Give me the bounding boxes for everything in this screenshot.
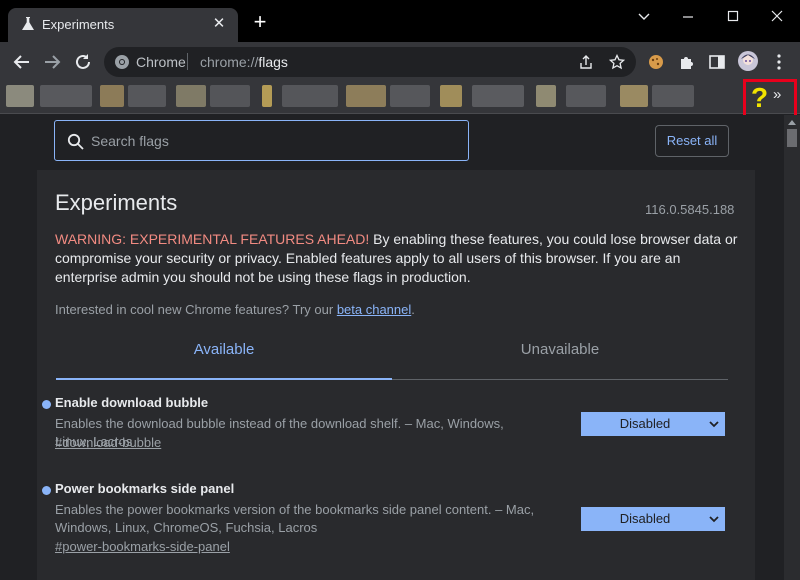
- blurred-bookmark[interactable]: [472, 85, 524, 107]
- chevron-down-icon: [638, 13, 650, 20]
- tab-experiments[interactable]: Experiments ✕: [8, 8, 238, 42]
- blurred-bookmark[interactable]: [390, 85, 430, 107]
- flag-state-select[interactable]: Disabled: [581, 507, 725, 531]
- forward-arrow-icon: [45, 55, 61, 69]
- flag-state-value: Disabled: [619, 511, 671, 526]
- chevron-down-icon: [709, 516, 719, 523]
- beta-channel-link[interactable]: beta channel: [337, 302, 411, 317]
- flag-link[interactable]: #power-bookmarks-side-panel: [55, 539, 230, 554]
- new-tab-button[interactable]: +: [250, 11, 270, 33]
- blurred-bookmark[interactable]: [620, 85, 648, 107]
- flag-state-value: Disabled: [619, 416, 671, 431]
- tab-close-icon[interactable]: ✕: [210, 15, 228, 33]
- back-arrow-icon: [13, 55, 29, 69]
- back-button[interactable]: [10, 50, 34, 74]
- tab-divider: [392, 379, 728, 380]
- page-scrollbar[interactable]: [784, 115, 800, 580]
- toolbar: Chrome chrome://flags: [0, 42, 800, 82]
- flag-indicator-dot: [42, 486, 51, 495]
- omnibox-chrome-label: Chrome: [136, 54, 186, 70]
- beta-channel-note: Interested in cool new Chrome features? …: [55, 302, 415, 317]
- url-host: flags: [258, 54, 288, 70]
- search-placeholder: Search flags: [91, 133, 169, 149]
- page-title: Experiments: [55, 190, 178, 215]
- share-icon[interactable]: [578, 54, 594, 70]
- cookie-extension-icon[interactable]: [646, 52, 666, 72]
- extensions-puzzle-icon[interactable]: [677, 52, 697, 72]
- interest-text: Interested in cool new Chrome features? …: [55, 302, 337, 317]
- chevron-down-icon: [709, 421, 719, 428]
- tab-title: Experiments: [42, 17, 115, 32]
- more-menu-icon[interactable]: [769, 52, 789, 72]
- blurred-bookmark[interactable]: [536, 85, 556, 107]
- close-window-button[interactable]: [757, 4, 797, 28]
- maximize-icon: [727, 10, 739, 22]
- flag-description: Enables the power bookmarks version of t…: [55, 502, 535, 535]
- close-icon: [771, 10, 783, 22]
- scrollbar-thumb[interactable]: [787, 129, 797, 147]
- interest-suffix: .: [411, 302, 415, 317]
- flag-indicator-dot: [42, 400, 51, 409]
- blurred-bookmark[interactable]: [210, 85, 250, 107]
- maximize-button[interactable]: [713, 4, 753, 28]
- tab-unavailable[interactable]: Unavailable: [392, 341, 728, 358]
- reset-all-button[interactable]: Reset all: [655, 125, 729, 157]
- reload-button[interactable]: [71, 50, 95, 74]
- blurred-bookmark[interactable]: [282, 85, 338, 107]
- blurred-bookmark[interactable]: [6, 85, 34, 107]
- flag-link[interactable]: #download-bubble: [55, 435, 161, 450]
- flag-state-select[interactable]: Disabled: [581, 412, 725, 436]
- blurred-bookmark[interactable]: [128, 85, 166, 107]
- minimize-button[interactable]: [668, 4, 708, 28]
- blurred-bookmark[interactable]: [652, 85, 694, 107]
- experiments-card: Experiments 116.0.5845.188 WARNING: EXPE…: [37, 170, 755, 580]
- minimize-icon: [683, 16, 693, 18]
- blurred-bookmark[interactable]: [176, 85, 206, 107]
- active-tab-indicator: [56, 378, 392, 380]
- profile-avatar-icon[interactable]: [737, 50, 759, 72]
- blurred-bookmark[interactable]: [262, 85, 272, 107]
- blurred-bookmark[interactable]: [346, 85, 386, 107]
- blurred-bookmark[interactable]: [100, 85, 124, 107]
- blurred-bookmark[interactable]: [40, 85, 92, 107]
- url-text[interactable]: chrome://flags: [200, 54, 288, 70]
- flags-page: Search flags Reset all Experiments 116.0…: [0, 115, 784, 580]
- warning-prefix: WARNING: EXPERIMENTAL FEATURES AHEAD!: [55, 231, 370, 247]
- search-icon: [67, 133, 84, 150]
- flag-name: Power bookmarks side panel: [55, 481, 235, 496]
- chrome-logo-icon: [114, 54, 130, 70]
- search-input[interactable]: Search flags: [54, 120, 469, 161]
- bookmark-star-icon[interactable]: [608, 53, 626, 70]
- url-prefix: chrome://: [200, 54, 259, 70]
- tab-search-button[interactable]: [624, 4, 664, 28]
- blurred-bookmark[interactable]: [566, 85, 606, 107]
- title-bar: Experiments ✕ +: [0, 0, 800, 42]
- omnibox-separator: [187, 53, 188, 70]
- flag-name: Enable download bubble: [55, 395, 209, 410]
- bookmarks-bar: [0, 82, 800, 114]
- reload-icon: [76, 54, 90, 69]
- forward-button[interactable]: [40, 50, 64, 74]
- version-label: 116.0.5845.188: [645, 202, 735, 217]
- help-question-icon[interactable]: ?: [751, 83, 768, 113]
- address-bar[interactable]: Chrome chrome://flags: [104, 47, 636, 77]
- flask-icon: [20, 16, 36, 32]
- blurred-bookmark[interactable]: [440, 85, 462, 107]
- chrome-window: Experiments ✕ + Chrome chrome://flags ? …: [0, 0, 800, 580]
- tab-available[interactable]: Available: [56, 341, 392, 358]
- scroll-up-arrow-icon: [788, 120, 796, 125]
- warning-text: WARNING: EXPERIMENTAL FEATURES AHEAD! By…: [55, 230, 739, 287]
- side-panel-icon[interactable]: [707, 52, 727, 72]
- bookmarks-overflow-button[interactable]: »: [773, 86, 781, 103]
